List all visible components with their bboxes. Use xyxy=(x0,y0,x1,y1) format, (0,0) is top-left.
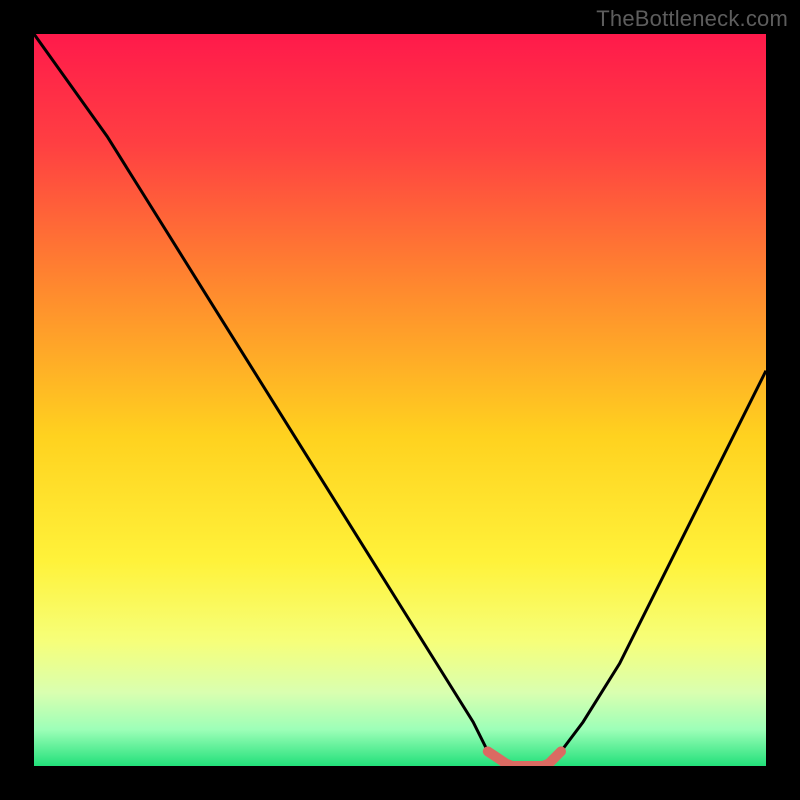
gradient-background xyxy=(34,34,766,766)
chart-frame: TheBottleneck.com xyxy=(0,0,800,800)
plot-area xyxy=(34,34,766,766)
watermark-text: TheBottleneck.com xyxy=(596,6,788,32)
chart-svg xyxy=(34,34,766,766)
